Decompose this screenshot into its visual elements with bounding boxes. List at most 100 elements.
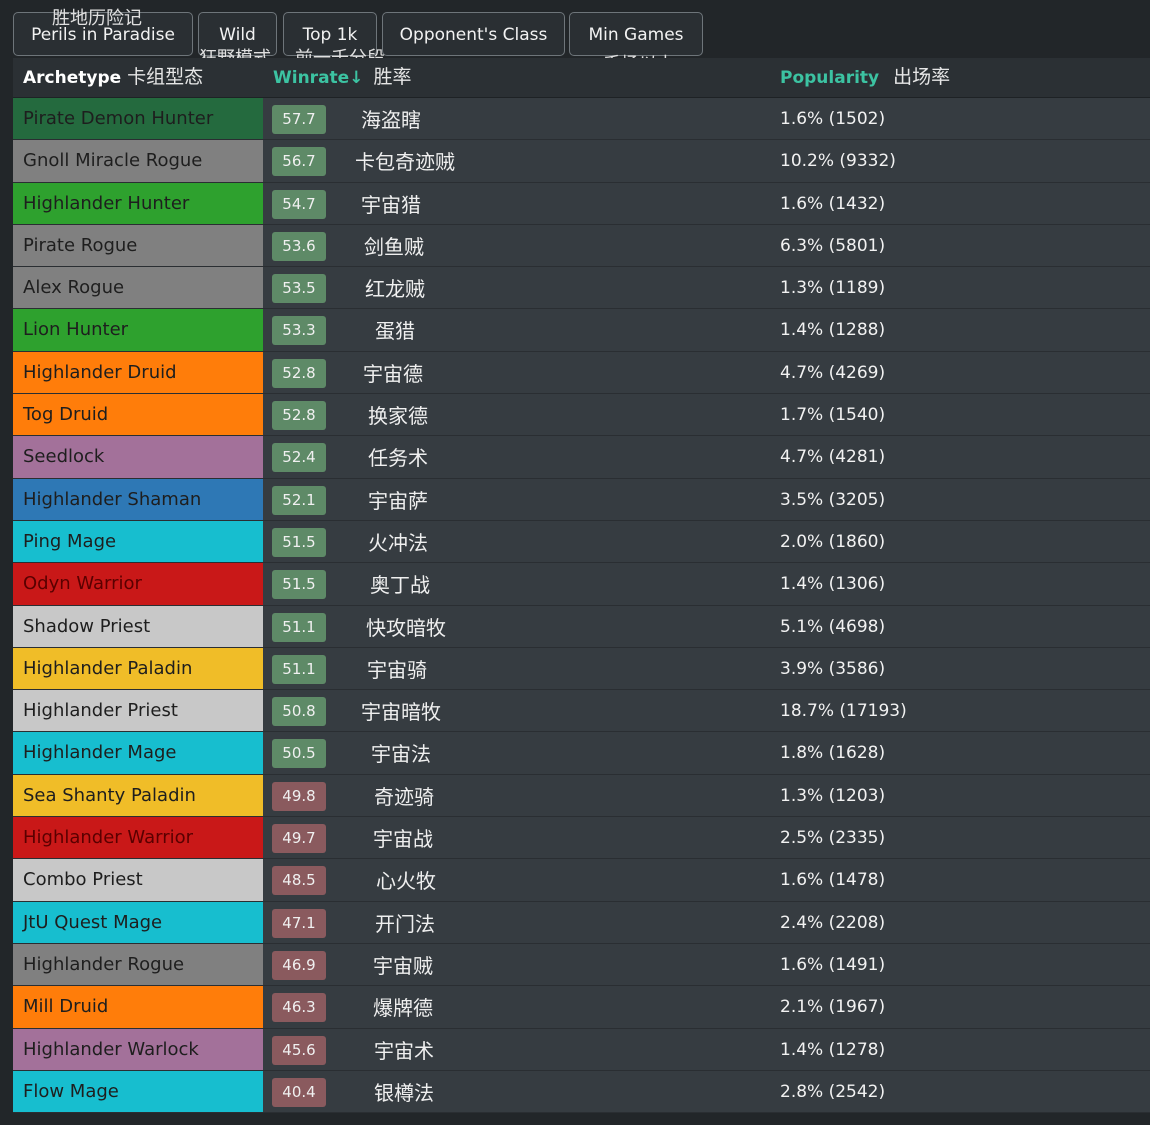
table-row[interactable]: Shadow Priest 51.1 快攻暗牧 5.1% (4698)	[13, 605, 1150, 648]
table-row[interactable]: Seedlock 52.4 任务术 4.7% (4281)	[13, 436, 1150, 479]
popularity-value: 5.1% (4698)	[780, 616, 886, 637]
table-row[interactable]: JtU Quest Mage 47.1 开门法 2.4% (2208)	[13, 901, 1150, 944]
archetype-name[interactable]: Alex Rogue	[13, 267, 263, 309]
winrate-badge: 53.3	[272, 316, 326, 346]
table-row[interactable]: Highlander Warlock 45.6 宇宙术 1.4% (1278)	[13, 1028, 1150, 1071]
table-row[interactable]: Highlander Priest 50.8 宇宙暗牧 18.7% (17193)	[13, 690, 1150, 733]
winrate-badge: 52.8	[272, 358, 326, 388]
table-row[interactable]: Alex Rogue 53.5 红龙贼 1.3% (1189)	[13, 267, 1150, 310]
winrate-badge: 51.1	[272, 654, 326, 684]
winrate-column-header[interactable]: Winrate↓ 胜率	[273, 58, 411, 98]
archetype-column-header[interactable]: Archetype 卡组型态	[23, 58, 203, 98]
opponent-class-filter-button[interactable]: Opponent's Class	[382, 12, 565, 56]
archetype-cn-name: 宇宙法	[371, 742, 431, 767]
table-body: Pirate Demon Hunter 57.7 海盗瞎 1.6% (1502) Gno…	[13, 98, 1150, 1114]
table-row[interactable]: Gnoll Miracle Rogue 56.7 卡包奇迹贼 10.2% (9332)	[13, 140, 1150, 183]
archetype-cn-name: 宇宙战	[373, 827, 433, 852]
table-row[interactable]: Highlander Druid 52.8 宇宙德 4.7% (4269)	[13, 351, 1150, 395]
archetype-name[interactable]: Highlander Paladin	[13, 647, 263, 690]
archetype-name[interactable]: Seedlock	[13, 436, 263, 478]
popularity-value: 2.8% (2542)	[780, 1081, 886, 1102]
popularity-value: 2.4% (2208)	[780, 912, 886, 933]
archetype-name[interactable]: Gnoll Miracle Rogue	[13, 140, 263, 182]
table-row[interactable]: Combo Priest 48.5 心火牧 1.6% (1478)	[13, 859, 1150, 902]
table-row[interactable]: Flow Mage 40.4 银樽法 2.8% (2542)	[13, 1070, 1150, 1114]
popularity-value: 3.9% (3586)	[780, 658, 886, 679]
archetype-cn-name: 红龙贼	[365, 277, 425, 302]
archetype-name[interactable]: Ping Mage	[13, 520, 263, 563]
table-row[interactable]: Pirate Demon Hunter 57.7 海盗瞎 1.6% (1502)	[13, 98, 1150, 141]
archetype-name[interactable]: JtU Quest Mage	[13, 901, 263, 943]
archetype-name[interactable]: Highlander Rogue	[13, 943, 263, 986]
archetype-cn-name: 奥丁战	[370, 573, 430, 598]
archetype-name[interactable]: Shadow Priest	[13, 605, 263, 647]
archetype-header-label: Archetype	[23, 68, 122, 88]
table-row[interactable]: Odyn Warrior 51.5 奥丁战 1.4% (1306)	[13, 563, 1150, 606]
archetype-name[interactable]: Tog Druid	[13, 394, 263, 436]
popularity-header-label: Popularity	[780, 68, 880, 88]
table-row[interactable]: Tog Druid 52.8 换家德 1.7% (1540)	[13, 394, 1150, 437]
archetype-name[interactable]: Highlander Hunter	[13, 182, 263, 224]
archetype-name[interactable]: Highlander Druid	[13, 351, 263, 394]
winrate-badge: 47.1	[272, 908, 326, 938]
table-row[interactable]: Ping Mage 51.5 火冲法 2.0% (1860)	[13, 520, 1150, 564]
popularity-header-cn: 出场率	[893, 66, 951, 88]
archetype-cn-name: 宇宙贼	[373, 953, 433, 978]
popularity-value: 1.7% (1540)	[780, 405, 886, 426]
table-row[interactable]: Highlander Rogue 46.9 宇宙贼 1.6% (1491)	[13, 943, 1150, 987]
winrate-badge: 52.8	[272, 401, 326, 431]
archetype-cn-name: 海盗瞎	[361, 108, 421, 132]
table-row[interactable]: Highlander Warrior 49.7 宇宙战 2.5% (2335)	[13, 817, 1150, 860]
archetype-name[interactable]: Sea Shanty Paladin	[13, 774, 263, 817]
archetype-cn-name: 心火牧	[376, 869, 436, 894]
table-row[interactable]: Highlander Shaman 52.1 宇宙萨 3.5% (3205)	[13, 478, 1150, 521]
popularity-value: 1.3% (1189)	[780, 278, 886, 299]
archetype-cn-name: 宇宙暗牧	[361, 700, 441, 725]
archetype-cn-name: 换家德	[368, 404, 428, 429]
archetype-name[interactable]: Pirate Rogue	[13, 224, 263, 267]
archetype-cn-name: 快攻暗牧	[366, 615, 446, 640]
archetype-name[interactable]: Pirate Demon Hunter	[13, 98, 263, 140]
table-row[interactable]: Highlander Paladin 51.1 宇宙骑 3.9% (3586)	[13, 647, 1150, 691]
table-row[interactable]: Pirate Rogue 53.6 剑鱼贼 6.3% (5801)	[13, 224, 1150, 268]
table-row[interactable]: Lion Hunter 53.3 蛋猎 1.4% (1288)	[13, 309, 1150, 352]
winrate-badge: 51.1	[272, 612, 326, 642]
archetype-name[interactable]: Lion Hunter	[13, 309, 263, 351]
archetype-name[interactable]: Combo Priest	[13, 859, 263, 901]
table-row[interactable]: Highlander Mage 50.5 宇宙法 1.8% (1628)	[13, 732, 1150, 775]
archetype-name[interactable]: Highlander Priest	[13, 690, 263, 732]
archetype-cn-name: 剑鱼贼	[364, 234, 424, 259]
winrate-badge: 57.7	[272, 105, 326, 134]
archetype-name[interactable]: Mill Druid	[13, 986, 263, 1028]
winrate-badge: 51.5	[272, 527, 326, 557]
winrate-badge: 49.7	[272, 824, 326, 854]
popularity-value: 1.8% (1628)	[780, 743, 886, 764]
archetype-cn-name: 宇宙萨	[368, 488, 428, 513]
table-row[interactable]: Mill Druid 46.3 爆牌德 2.1% (1967)	[13, 986, 1150, 1029]
archetype-name[interactable]: Highlander Shaman	[13, 478, 263, 520]
archetype-name[interactable]: Highlander Warlock	[13, 1028, 263, 1070]
archetype-name[interactable]: Flow Mage	[13, 1070, 263, 1113]
popularity-value: 1.6% (1432)	[780, 193, 886, 214]
popularity-value: 4.7% (4269)	[780, 362, 886, 383]
popularity-value: 3.5% (3205)	[780, 489, 886, 510]
archetype-name[interactable]: Odyn Warrior	[13, 563, 263, 605]
popularity-value: 2.1% (1967)	[780, 997, 886, 1018]
winrate-badge: 52.4	[272, 443, 326, 473]
archetype-table: Archetype 卡组型态 Winrate↓ 胜率 Popularity 出场率 …	[13, 58, 1150, 1114]
archetype-cn-name: 火冲法	[368, 530, 428, 555]
table-row[interactable]: Sea Shanty Paladin 49.8 奇迹骑 1.3% (1203)	[13, 774, 1150, 818]
winrate-badge: 46.3	[272, 993, 326, 1023]
popularity-value: 18.7% (17193)	[780, 701, 907, 722]
archetype-name[interactable]: Highlander Mage	[13, 732, 263, 774]
popularity-value: 10.2% (9332)	[780, 151, 896, 172]
archetype-name[interactable]: Highlander Warrior	[13, 817, 263, 859]
winrate-badge: 56.7	[272, 147, 326, 177]
popularity-value: 1.4% (1288)	[780, 320, 886, 341]
winrate-badge: 51.5	[272, 570, 326, 600]
table-row[interactable]: Highlander Hunter 54.7 宇宙猎 1.6% (1432)	[13, 182, 1150, 225]
popularity-column-header[interactable]: Popularity 出场率	[780, 58, 950, 98]
archetype-cn-name: 开门法	[375, 911, 435, 936]
archetype-header-cn: 卡组型态	[127, 66, 204, 88]
winrate-badge: 46.9	[272, 950, 326, 980]
